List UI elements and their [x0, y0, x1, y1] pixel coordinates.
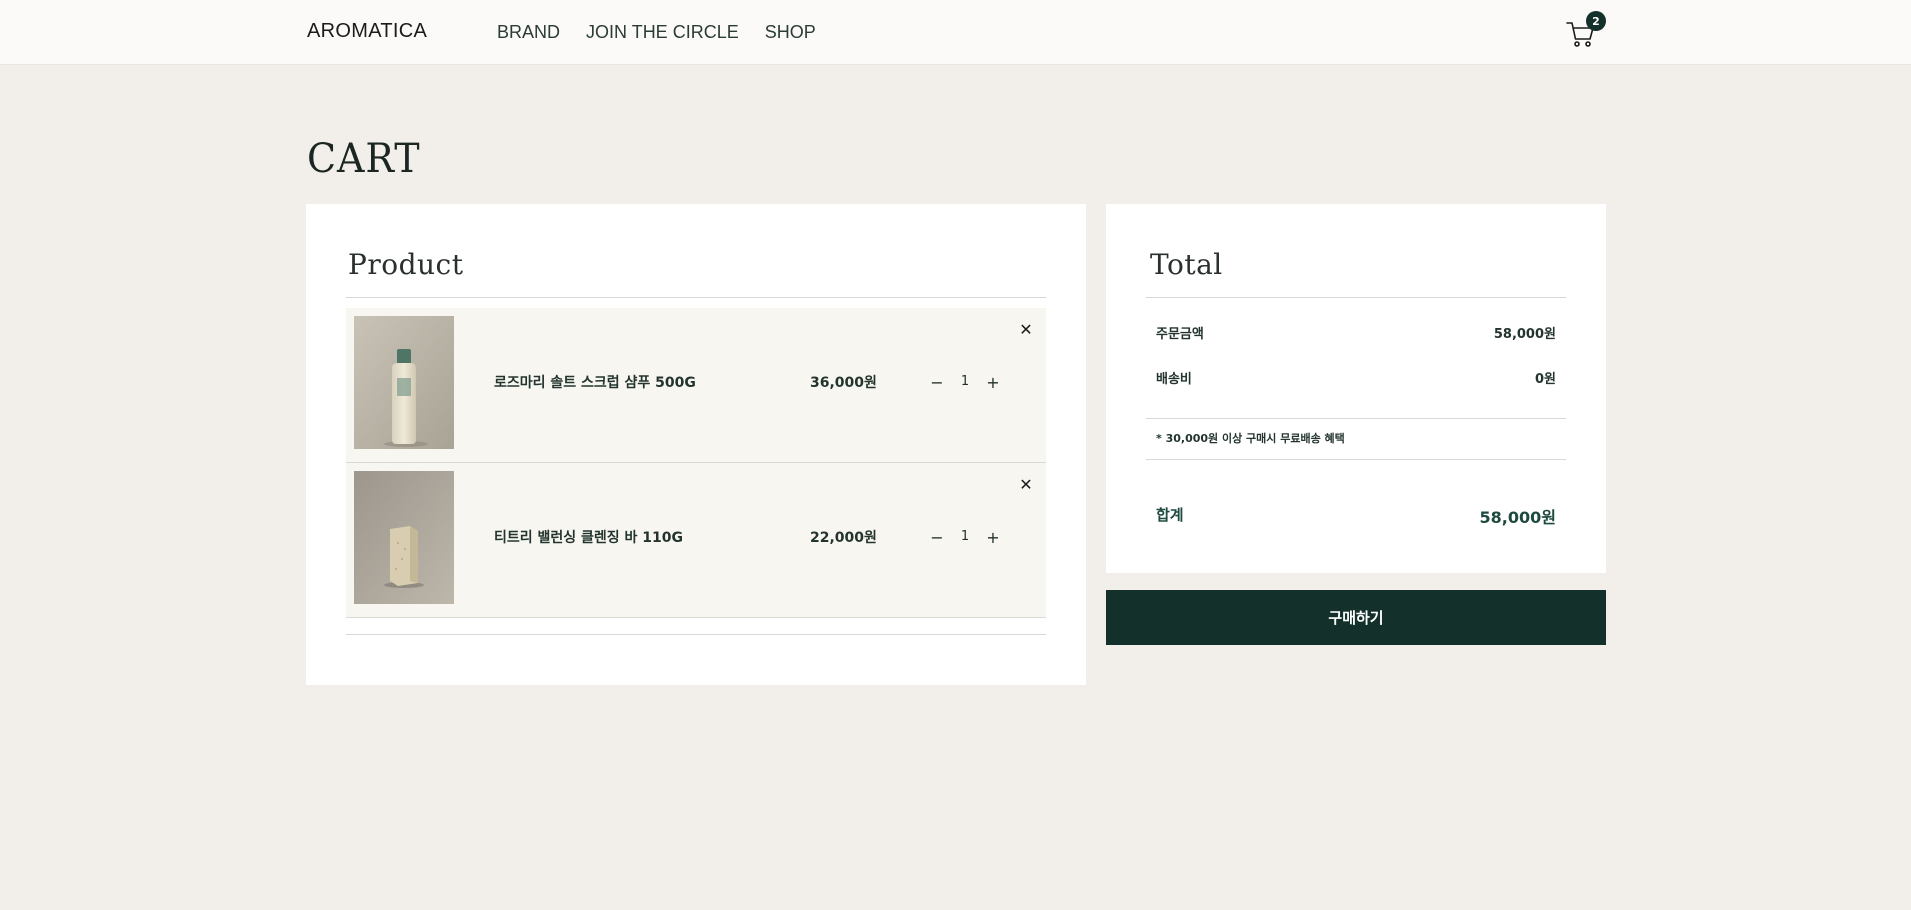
divider [1146, 459, 1566, 460]
nav-shop[interactable]: SHOP [765, 22, 816, 43]
grand-total-label: 합계 [1156, 506, 1184, 524]
shipping-label: 배송비 [1156, 372, 1192, 387]
site-header: AROMATICA BRAND JOIN THE CIRCLE SHOP 2 [0, 0, 1911, 65]
shipping-row: 배송비 0원 [1156, 368, 1556, 387]
divider [1146, 418, 1566, 419]
quantity-value: 1 [960, 529, 970, 544]
shampoo-bottle-image [354, 316, 454, 449]
page-title: CART [307, 136, 421, 182]
quantity-increase-button[interactable]: + [982, 372, 1004, 394]
quantity-value: 1 [960, 374, 970, 389]
cart-item-row: 티트리 밸런싱 클렌징 바 110G 22,000원 − 1 + ✕ [346, 463, 1046, 618]
item-price: 36,000원 [810, 375, 877, 391]
item-price: 22,000원 [810, 530, 877, 546]
purchase-button[interactable]: 구매하기 [1106, 590, 1606, 645]
main-nav: BRAND JOIN THE CIRCLE SHOP [497, 22, 816, 43]
divider [346, 297, 1046, 298]
order-amount-label: 주문금액 [1156, 327, 1204, 342]
brand-logo[interactable]: AROMATICA [307, 20, 427, 43]
total-panel: Total 주문금액 58,000원 배송비 0원 * 30,000원 이상 구… [1106, 204, 1606, 573]
item-name: 티트리 밸런싱 클렌징 바 110G [494, 530, 684, 546]
quantity-decrease-button[interactable]: − [926, 527, 948, 549]
item-name: 로즈마리 솔트 스크럽 샴푸 500G [494, 375, 696, 391]
quantity-increase-button[interactable]: + [982, 527, 1004, 549]
nav-brand[interactable]: BRAND [497, 22, 560, 43]
order-amount-value: 58,000원 [1493, 327, 1556, 342]
remove-item-icon[interactable]: ✕ [1016, 475, 1036, 495]
free-shipping-note: * 30,000원 이상 구매시 무료배송 혜택 [1156, 432, 1345, 445]
cart-count-badge: 2 [1586, 11, 1606, 31]
quantity-decrease-button[interactable]: − [926, 372, 948, 394]
product-panel: Product 로즈마리 솔트 스크럽 샴푸 500G 36,000원 − 1 … [306, 204, 1086, 685]
grand-total-row: 합계 58,000원 [1156, 504, 1556, 527]
shipping-value: 0원 [1534, 372, 1556, 387]
quantity-stepper: − 1 + [926, 372, 1006, 396]
cleansing-bar-image [354, 471, 454, 604]
grand-total-value: 58,000원 [1479, 508, 1556, 527]
divider [1146, 297, 1566, 298]
product-heading: Product [348, 248, 464, 281]
nav-join-the-circle[interactable]: JOIN THE CIRCLE [586, 22, 739, 43]
remove-item-icon[interactable]: ✕ [1016, 320, 1036, 340]
quantity-stepper: − 1 + [926, 527, 1006, 551]
cart-item-row: 로즈마리 솔트 스크럽 샴푸 500G 36,000원 − 1 + ✕ [346, 308, 1046, 463]
order-amount-row: 주문금액 58,000원 [1156, 323, 1556, 342]
total-heading: Total [1150, 248, 1223, 281]
divider [346, 634, 1046, 635]
